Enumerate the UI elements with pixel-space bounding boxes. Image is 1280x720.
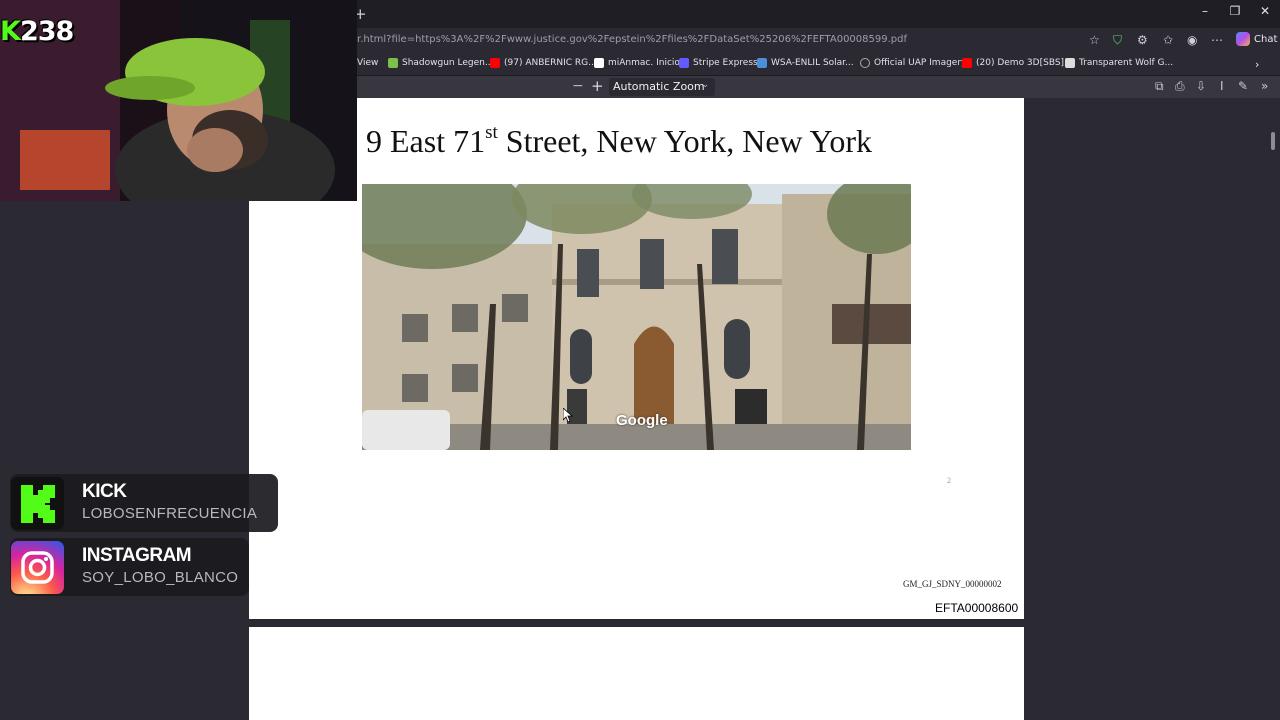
shield-icon[interactable]: ⛉ <box>1113 33 1122 48</box>
more-tools-icon[interactable]: » <box>1261 79 1268 93</box>
minimize-button[interactable]: – <box>1190 4 1220 18</box>
close-window-button[interactable]: ✕ <box>1250 4 1280 18</box>
social-handle: LOBOSENFRECUENCIA <box>82 505 258 522</box>
draw-pen-icon[interactable]: ✎ <box>1238 79 1248 93</box>
social-handle: SOY_LOBO_BLANCO <box>82 569 239 586</box>
bookmarks-overflow-chevron-icon[interactable]: › <box>1255 58 1259 71</box>
instagram-logo-icon <box>11 541 64 594</box>
bookmark-item[interactable]: Official UAP Imagery <box>860 58 966 68</box>
android-icon <box>388 58 398 68</box>
text-cursor-icon[interactable]: I <box>1220 79 1224 93</box>
copilot-icon <box>1236 32 1250 46</box>
profile-avatar-icon[interactable]: ◉ <box>1187 33 1197 47</box>
mouse-cursor-icon <box>563 408 573 422</box>
document-id: GM_GJ_SDNY_00000002 <box>903 579 1002 589</box>
pdf-page: 9 East 71st Street, New York, New York G… <box>249 98 1024 619</box>
noaa-icon <box>757 58 767 68</box>
r-icon <box>594 58 604 68</box>
kick-social-badge: KICK LOBOSENFRECUENCIA <box>10 474 278 532</box>
chevron-down-icon: ⌄ <box>701 80 709 90</box>
maximize-button[interactable]: ❐ <box>1220 4 1250 18</box>
youtube-icon <box>962 58 972 68</box>
bates-number: EFTA00008600 <box>935 601 1019 615</box>
google-watermark: Google <box>616 412 668 429</box>
screen: + – ❐ ✕ r.html?file=https%3A%2F%2Fwww.ju… <box>0 0 1280 720</box>
social-name: INSTAGRAM <box>82 545 192 566</box>
save-icon[interactable]: ⇩ <box>1196 79 1206 93</box>
scrollbar-thumb[interactable] <box>1271 132 1275 150</box>
document-icon <box>1065 58 1075 68</box>
favorites-icon[interactable]: ✩ <box>1163 33 1173 47</box>
social-name: KICK <box>82 481 127 502</box>
youtube-icon <box>490 58 500 68</box>
pdf-next-page <box>249 627 1024 720</box>
zoom-out-button[interactable]: − <box>572 78 584 94</box>
print-icon[interactable]: ⎙ <box>1175 79 1185 94</box>
more-menu-icon[interactable]: ⋯ <box>1211 33 1223 47</box>
zoom-select[interactable]: Automatic Zoom ⌄ <box>609 78 715 96</box>
zoom-in-button[interactable]: + <box>591 77 604 95</box>
webcam-overlay: K238 <box>0 0 357 201</box>
bookmark-item[interactable]: Transparent Wolf G... <box>1065 58 1173 68</box>
bookmark-item[interactable]: (97) ANBERNIC RG... <box>490 58 597 68</box>
bookmark-item[interactable]: View <box>357 58 378 68</box>
kick-logo-icon <box>11 477 64 530</box>
chat-button[interactable]: Chat <box>1236 32 1277 46</box>
extensions-icon[interactable]: ⚙ <box>1137 33 1148 47</box>
stripe-icon <box>679 58 689 68</box>
bookmark-item[interactable]: WSA-ENLIL Solar... <box>757 58 854 68</box>
page-title: 9 East 71st Street, New York, New York <box>366 122 873 159</box>
street-view-photo: Google <box>362 184 911 450</box>
globe-icon <box>860 58 870 68</box>
viewer-count: K238 <box>0 16 74 47</box>
open-external-icon[interactable]: ⧉ <box>1155 79 1164 94</box>
bookmark-item[interactable]: Stripe Express <box>679 58 758 68</box>
bookmark-item[interactable]: miAnmac. Inicio <box>594 58 680 68</box>
zoom-select-value: Automatic Zoom <box>613 80 705 93</box>
chat-label: Chat <box>1254 33 1278 45</box>
bookmark-item[interactable]: Shadowgun Legen... <box>388 58 493 68</box>
bookmark-star-icon[interactable]: ☆ <box>1089 33 1100 47</box>
url-field[interactable]: r.html?file=https%3A%2F%2Fwww.justice.go… <box>357 34 907 45</box>
bookmark-item[interactable]: (20) Demo 3D[SBS]... <box>962 58 1073 68</box>
page-number: 2 <box>947 476 951 485</box>
instagram-social-badge: INSTAGRAM SOY_LOBO_BLANCO <box>10 538 249 596</box>
